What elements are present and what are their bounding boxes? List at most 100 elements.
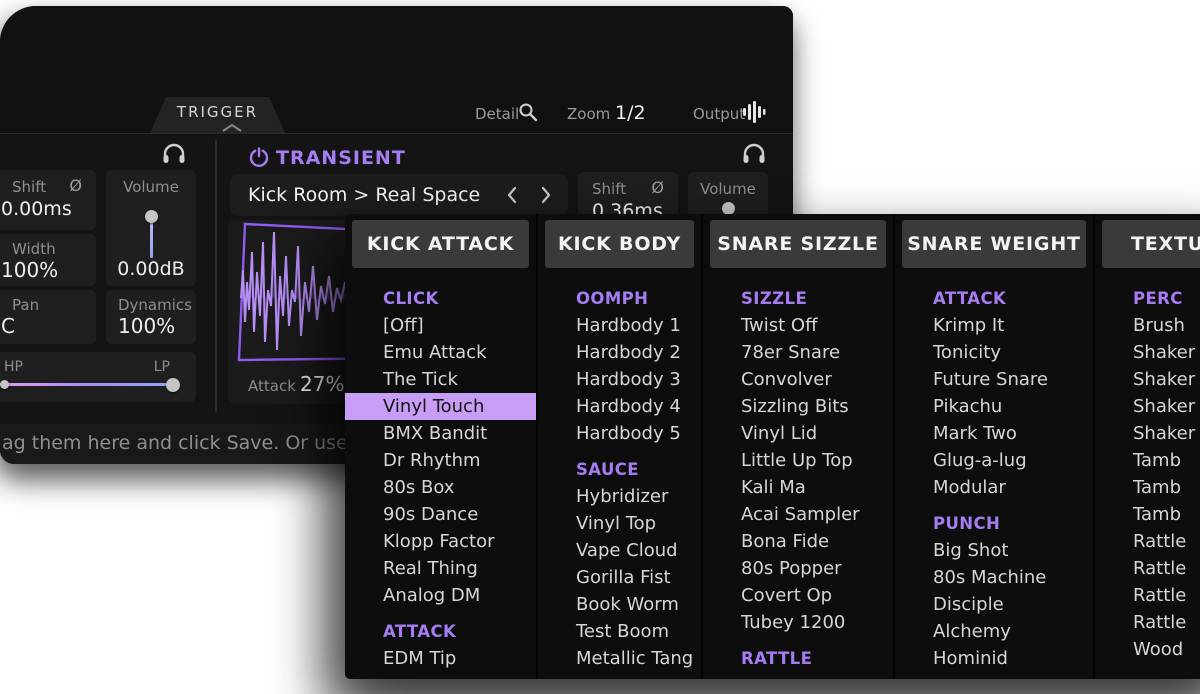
menu-category-label: RATTLE bbox=[703, 645, 893, 672]
menu-item[interactable]: Kali Ma bbox=[703, 474, 893, 501]
chevron-up-icon bbox=[222, 124, 242, 132]
menu-item[interactable]: Hardbody 5 bbox=[538, 420, 701, 447]
menu-item[interactable]: Dr Rhythm bbox=[345, 447, 536, 474]
menu-item[interactable]: Bona Fide bbox=[703, 528, 893, 555]
menu-item[interactable]: Vinyl Touch bbox=[345, 393, 536, 420]
shift-value: 0.00ms bbox=[1, 198, 72, 220]
menu-item[interactable]: Shaker bbox=[1095, 339, 1200, 366]
menu-item[interactable]: Real Thing bbox=[345, 555, 536, 582]
output-control-label[interactable]: Output bbox=[693, 105, 745, 123]
preset-selector[interactable]: Kick Room > Real Space bbox=[230, 174, 568, 216]
menu-item[interactable]: Convolver bbox=[703, 366, 893, 393]
menu-item[interactable]: 80s Machine bbox=[895, 564, 1093, 591]
menu-item[interactable]: Krimp It bbox=[895, 312, 1093, 339]
volume-label: Volume bbox=[123, 178, 179, 196]
menu-item[interactable]: Pikachu bbox=[895, 393, 1093, 420]
zoom-value[interactable]: 1/2 bbox=[615, 102, 646, 124]
tab-trigger[interactable]: TRIGGER bbox=[150, 97, 285, 133]
menu-item[interactable]: Tubey 1200 bbox=[703, 609, 893, 636]
menu-item[interactable]: Klopp Factor bbox=[345, 528, 536, 555]
menu-category-label: PERC bbox=[1095, 285, 1200, 312]
preset-name: Kick Room > Real Space bbox=[248, 184, 480, 206]
menu-item[interactable]: Emu Attack bbox=[345, 339, 536, 366]
shift-label: Shift bbox=[12, 178, 46, 196]
menu-column-kick-body: KICK BODYOOMPHHardbody 1Hardbody 2Hardbo… bbox=[538, 214, 703, 679]
menu-item[interactable]: 90s Dance bbox=[345, 501, 536, 528]
menu-item[interactable]: Glug-a-lug bbox=[895, 447, 1093, 474]
menu-item[interactable]: Vinyl Top bbox=[538, 510, 701, 537]
hp-handle[interactable] bbox=[0, 380, 9, 389]
menu-item[interactable]: Tamb bbox=[1095, 474, 1200, 501]
input-shift-control[interactable]: Shift Ø 0.00ms bbox=[0, 170, 96, 230]
menu-item[interactable]: 80s Box bbox=[345, 474, 536, 501]
menu-item[interactable]: Hardbody 3 bbox=[538, 366, 701, 393]
menu-category-label: OOMPH bbox=[538, 285, 701, 312]
input-dynamics-control[interactable]: Dynamics 100% bbox=[106, 290, 196, 344]
headphone-icon[interactable] bbox=[742, 142, 766, 164]
menu-item[interactable]: Mark Two bbox=[895, 420, 1093, 447]
menu-item[interactable]: Shaker bbox=[1095, 420, 1200, 447]
preset-next-button[interactable] bbox=[540, 186, 552, 204]
menu-item[interactable]: Alchemy bbox=[895, 618, 1093, 645]
menu-item[interactable]: Future Snare bbox=[895, 366, 1093, 393]
menu-category-label: ATTACK bbox=[895, 285, 1093, 312]
menu-item[interactable]: Rattle bbox=[1095, 555, 1200, 582]
pan-label: Pan bbox=[12, 296, 39, 314]
phase-icon[interactable]: Ø bbox=[69, 176, 82, 195]
menu-item[interactable]: Little Up Top bbox=[703, 447, 893, 474]
detail-button-label[interactable]: Detail bbox=[475, 105, 519, 123]
menu-item[interactable]: Acai Sampler bbox=[703, 501, 893, 528]
menu-item[interactable]: Tamb bbox=[1095, 447, 1200, 474]
filter-control: HP LP bbox=[0, 352, 196, 402]
menu-item[interactable]: Gorilla Fist bbox=[538, 564, 701, 591]
menu-item[interactable]: [Off] bbox=[345, 312, 536, 339]
menu-item[interactable]: Brush bbox=[1095, 312, 1200, 339]
preset-prev-button[interactable] bbox=[506, 186, 518, 204]
menu-item[interactable]: Sizzling Bits bbox=[703, 393, 893, 420]
shift-label: Shift bbox=[592, 180, 626, 198]
menu-item[interactable]: Hybridizer bbox=[538, 483, 701, 510]
menu-item[interactable]: 80s Popper bbox=[703, 555, 893, 582]
menu-item[interactable]: The Tick bbox=[345, 366, 536, 393]
input-width-control[interactable]: Width 100% bbox=[0, 234, 96, 286]
menu-item[interactable]: Hardbody 4 bbox=[538, 393, 701, 420]
menu-item[interactable]: Hardbody 1 bbox=[538, 312, 701, 339]
volume-slider-handle[interactable] bbox=[145, 210, 158, 223]
menu-item[interactable]: EDM Tip bbox=[345, 645, 536, 672]
menu-item[interactable]: Hominid bbox=[895, 645, 1093, 672]
menu-item[interactable]: Twist Off bbox=[703, 312, 893, 339]
menu-item[interactable]: Modular bbox=[895, 474, 1093, 501]
menu-item[interactable]: BMX Bandit bbox=[345, 420, 536, 447]
zoom-control-label[interactable]: Zoom bbox=[567, 105, 610, 123]
power-button[interactable] bbox=[248, 146, 270, 168]
menu-item[interactable]: Rattle bbox=[1095, 609, 1200, 636]
output-meter-icon[interactable] bbox=[742, 100, 768, 124]
search-icon[interactable] bbox=[518, 102, 538, 122]
phase-icon[interactable]: Ø bbox=[651, 178, 664, 197]
menu-item[interactable]: Analog DM bbox=[345, 582, 536, 609]
menu-item[interactable]: Hardbody 2 bbox=[538, 339, 701, 366]
menu-item[interactable]: Metallic Tang bbox=[538, 645, 701, 672]
menu-item[interactable]: Test Boom bbox=[538, 618, 701, 645]
menu-item[interactable]: Vinyl Lid bbox=[703, 420, 893, 447]
input-volume-control[interactable]: Volume 0.00dB bbox=[106, 170, 196, 286]
menu-item[interactable]: 78er Snare bbox=[703, 339, 893, 366]
menu-item[interactable]: Rattle bbox=[1095, 582, 1200, 609]
menu-item[interactable]: Disciple bbox=[895, 591, 1093, 618]
input-pan-control[interactable]: Pan C bbox=[0, 290, 96, 344]
menu-item[interactable]: Shaker bbox=[1095, 393, 1200, 420]
lp-handle[interactable] bbox=[166, 378, 180, 392]
menu-item[interactable]: Rattle bbox=[1095, 528, 1200, 555]
section-divider bbox=[215, 140, 217, 412]
menu-item[interactable]: Big Shot bbox=[895, 537, 1093, 564]
menu-item[interactable]: Wood bbox=[1095, 636, 1200, 663]
menu-item[interactable]: Shaker bbox=[1095, 366, 1200, 393]
menu-item[interactable]: Book Worm bbox=[538, 591, 701, 618]
menu-item[interactable]: Tamb bbox=[1095, 501, 1200, 528]
headphone-icon[interactable] bbox=[162, 142, 186, 164]
menu-item[interactable]: Covert Op bbox=[703, 582, 893, 609]
menu-item[interactable]: Tonicity bbox=[895, 339, 1093, 366]
filter-slider[interactable] bbox=[4, 383, 174, 386]
menu-item[interactable]: Vape Cloud bbox=[538, 537, 701, 564]
attack-value[interactable]: 27% bbox=[300, 372, 344, 396]
